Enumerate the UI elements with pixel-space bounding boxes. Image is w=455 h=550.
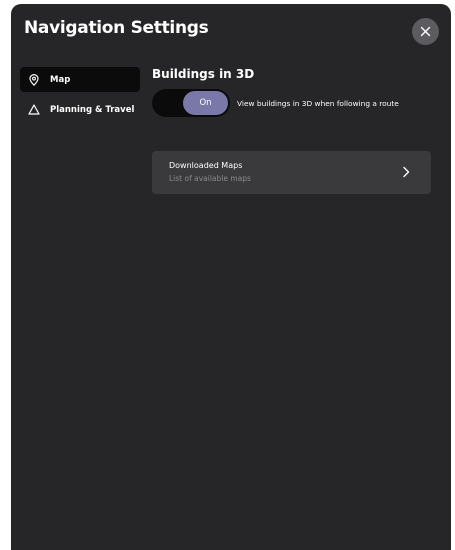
close-button[interactable] bbox=[412, 18, 439, 45]
sidebar: Map Planning & Travel bbox=[20, 67, 140, 127]
buildings-3d-row: On View buildings in 3D when following a… bbox=[152, 89, 432, 117]
buildings-3d-toggle[interactable]: On bbox=[152, 89, 230, 117]
settings-content: Buildings in 3D On View buildings in 3D … bbox=[152, 67, 432, 194]
navigation-settings-panel: Navigation Settings Map Planning & Trave… bbox=[11, 4, 451, 550]
sidebar-item-label: Map bbox=[50, 74, 71, 85]
map-pin-icon bbox=[28, 73, 40, 86]
downloaded-maps-button[interactable]: Downloaded Maps List of available maps bbox=[152, 151, 431, 194]
sidebar-item-label: Planning & Travel bbox=[50, 104, 135, 115]
page-title: Navigation Settings bbox=[24, 18, 209, 38]
downloaded-maps-title: Downloaded Maps bbox=[169, 161, 243, 170]
sidebar-item-planning-travel[interactable]: Planning & Travel bbox=[20, 97, 140, 122]
downloaded-maps-subtitle: List of available maps bbox=[169, 174, 251, 183]
chevron-right-icon bbox=[403, 166, 410, 178]
close-icon bbox=[420, 26, 431, 37]
buildings-3d-description: View buildings in 3D when following a ro… bbox=[237, 98, 399, 108]
buildings-3d-title: Buildings in 3D bbox=[152, 67, 255, 81]
sidebar-item-map[interactable]: Map bbox=[20, 67, 140, 92]
toggle-on-knob: On bbox=[183, 91, 228, 115]
navigation-triangle-icon bbox=[28, 104, 40, 116]
